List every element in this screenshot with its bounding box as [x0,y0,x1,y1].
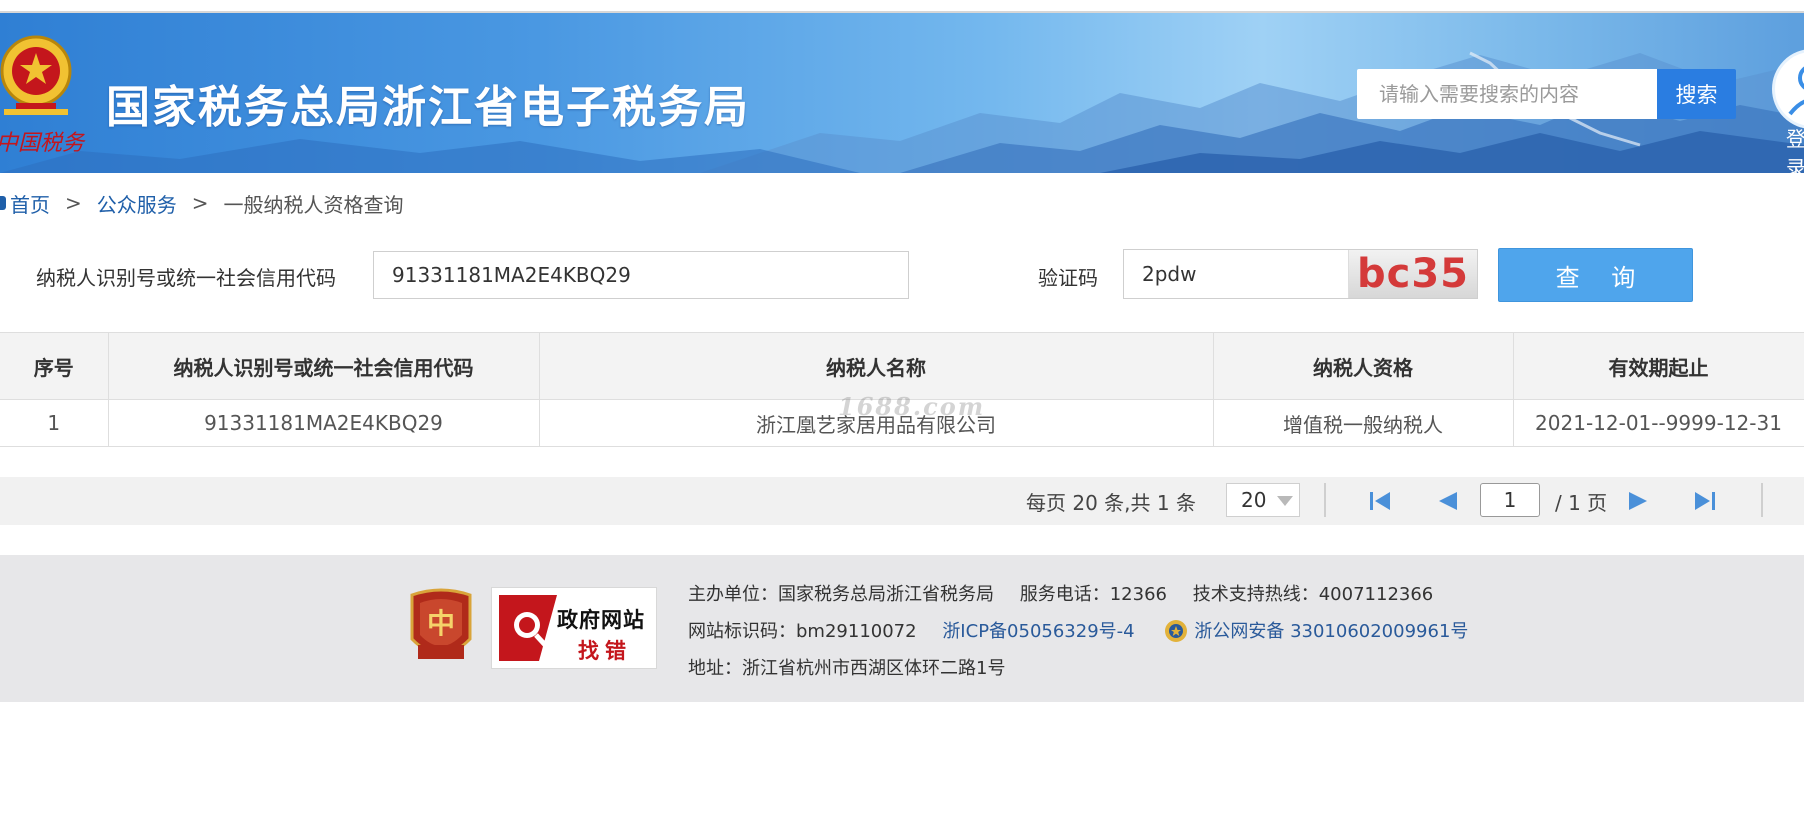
previous-page-icon[interactable] [1435,490,1459,512]
footer-police-record-link[interactable]: 浙公网安备 33010602009961号 [1194,621,1468,642]
breadcrumb-separator: > [191,191,209,215]
gov-site-error-report[interactable]: 政府网站 找错 [491,587,657,669]
site-search-button[interactable]: 搜索 [1657,69,1736,119]
first-page-icon[interactable] [1368,490,1392,512]
login-link[interactable]: 登录 [1786,123,1804,173]
footer-site-id: 网站标识码：bm29110072 [688,621,917,642]
browser-top-strip [0,0,1804,13]
police-badge-icon [1165,620,1188,642]
gov-site-error-label: 找错 [578,639,632,663]
total-pages: / 1 页 [1555,491,1608,515]
taxpayer-id-label: 纳税人识别号或统一社会信用代码 [36,266,336,290]
captcha-image-text: bc35 [1356,251,1469,297]
breadcrumb-home[interactable]: 首页 [10,189,50,218]
footer-address: 地址：浙江省杭州市西湖区体环二路1号 [688,658,1006,679]
home-icon [0,196,6,210]
column-header-taxpayer-id: 纳税人识别号或统一社会信用代码 [108,332,540,400]
pagination-summary: 每页 20 条,共 1 条 [1026,491,1196,515]
last-page-icon[interactable] [1693,490,1717,512]
captcha-image[interactable]: bc35 [1348,250,1477,298]
user-avatar-icon[interactable] [1772,49,1804,129]
current-page-input[interactable] [1480,483,1540,517]
footer-icp-link[interactable]: 浙ICP备05056329号-4 [942,621,1134,642]
table-header-row: 序号 纳税人识别号或统一社会信用代码 纳税人名称 纳税人资格 有效期起止 [0,332,1804,400]
gov-site-label: 政府网站 [557,608,645,632]
party-government-badge-icon[interactable]: 中 [406,587,476,669]
captcha-label: 验证码 [1038,266,1098,290]
cell-taxpayer-id: 91331181MA2E4KBQ29 [108,399,540,447]
pager-divider [1324,483,1326,517]
next-page-icon[interactable] [1627,490,1651,512]
cell-qualification: 增值税一般纳税人 [1213,399,1514,447]
breadcrumb-separator: > [65,191,82,215]
page-size-value: 20 [1241,488,1267,512]
footer-line-1: 主办单位：国家税务总局浙江省税务局 服务电话：12366 技术支持热线：4007… [688,580,1433,606]
site-search-input[interactable] [1357,69,1657,119]
query-button[interactable]: 查 询 [1498,248,1693,302]
site-footer: 中 政府网站 找错 主办单位：国家税务总局浙江省税务局 服务电话：12366 技… [0,555,1804,702]
pagination-bar: 每页 20 条,共 1 条 20 / 1 页 [0,477,1804,525]
emblem-caption: 中国税务 [0,131,85,156]
column-header-taxpayer-name: 纳税人名称 [539,332,1214,400]
breadcrumb-public-service[interactable]: 公众服务 [97,189,177,218]
taxpayer-id-input[interactable] [373,251,909,299]
footer-line-2: 网站标识码：bm29110072 浙ICP备05056329号-4 浙公网安备 … [688,617,1468,643]
breadcrumb: 首页 > 公众服务 > 一般纳税人资格查询 [0,188,404,218]
svg-text:中: 中 [427,607,455,640]
column-header-validity: 有效期起止 [1513,332,1804,400]
breadcrumb-current: 一般纳税人资格查询 [223,192,404,217]
pager-divider [1761,483,1763,517]
footer-service-phone: 服务电话：12366 [1019,584,1167,605]
site-title: 国家税务总局浙江省电子税务局 [106,82,750,133]
footer-sponsor: 主办单位：国家税务总局浙江省税务局 [688,584,994,605]
chevron-down-icon [1277,496,1293,506]
column-header-index: 序号 [0,332,109,400]
cell-validity: 2021-12-01--9999-12-31 [1513,399,1804,447]
watermark: 1688.com [838,392,986,421]
page-size-select[interactable]: 20 [1226,483,1300,517]
tax-emblem-icon [0,35,72,115]
result-table: 序号 纳税人识别号或统一社会信用代码 纳税人名称 纳税人资格 有效期起止 1 9… [0,332,1804,447]
site-header: 中国税务 国家税务总局浙江省电子税务局 搜索 登录 [0,13,1804,173]
footer-support-hotline: 技术支持热线：4007112366 [1192,584,1434,605]
cell-index: 1 [0,399,109,447]
column-header-qualification: 纳税人资格 [1213,332,1514,400]
